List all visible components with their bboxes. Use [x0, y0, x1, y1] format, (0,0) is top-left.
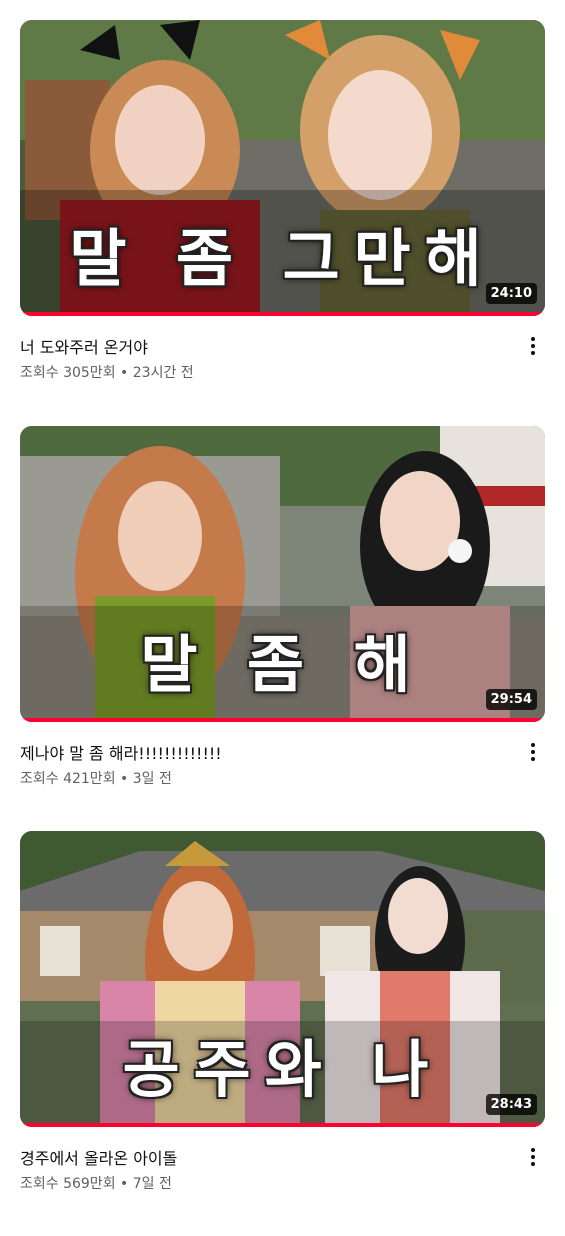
duration-badge: 28:43 — [485, 1094, 537, 1115]
view-count: 조회수 569만회 — [20, 1176, 116, 1192]
video-card[interactable]: 말 좀 해 29:54 제나야 말 좀 해라!!!!!!!!!!!!! 조회수 … — [20, 426, 545, 792]
video-title[interactable]: 경주에서 올라온 아이돌 — [20, 1145, 177, 1169]
video-title[interactable]: 제나야 말 좀 해라!!!!!!!!!!!!! — [20, 740, 222, 764]
video-metadata: 조회수 305만회 • 23시간 전 — [20, 362, 194, 382]
more-vert-icon[interactable] — [525, 1145, 541, 1171]
video-metadata: 조회수 569만회 • 7일 전 — [20, 1173, 172, 1193]
view-count: 조회수 421만회 — [20, 771, 116, 787]
video-metadata: 조회수 421만회 • 3일 전 — [20, 768, 172, 788]
duration-badge: 24:10 — [485, 283, 537, 304]
video-card[interactable]: 말 좀 그만해 24:10 너 도와주러 온거야 조회수 305만회 • 23시… — [20, 20, 545, 386]
video-card[interactable]: 공주와 나 28:43 경주에서 올라온 아이돌 조회수 569만회 • 7일 … — [20, 831, 545, 1197]
thumbnail-caption: 말 좀 그만해 — [69, 222, 496, 295]
separator-dot: • — [120, 771, 129, 787]
separator-dot: • — [120, 1176, 129, 1192]
upload-age: 3일 전 — [132, 771, 172, 787]
thumbnail-caption: 말 좀 해 — [140, 628, 425, 701]
view-count: 조회수 305만회 — [20, 365, 116, 381]
video-title[interactable]: 너 도와주러 온거야 — [20, 334, 148, 358]
separator-dot: • — [120, 365, 129, 381]
upload-age: 23시간 전 — [132, 365, 194, 381]
thumbnail-caption: 공주와 나 — [122, 1033, 443, 1106]
video-thumbnail[interactable]: 공주와 나 28:43 — [20, 831, 545, 1127]
duration-badge: 29:54 — [485, 689, 537, 710]
video-thumbnail[interactable]: 말 좀 그만해 24:10 — [20, 20, 545, 316]
video-thumbnail[interactable]: 말 좀 해 29:54 — [20, 426, 545, 722]
upload-age: 7일 전 — [132, 1176, 172, 1192]
more-vert-icon[interactable] — [525, 740, 541, 766]
more-vert-icon[interactable] — [525, 334, 541, 360]
